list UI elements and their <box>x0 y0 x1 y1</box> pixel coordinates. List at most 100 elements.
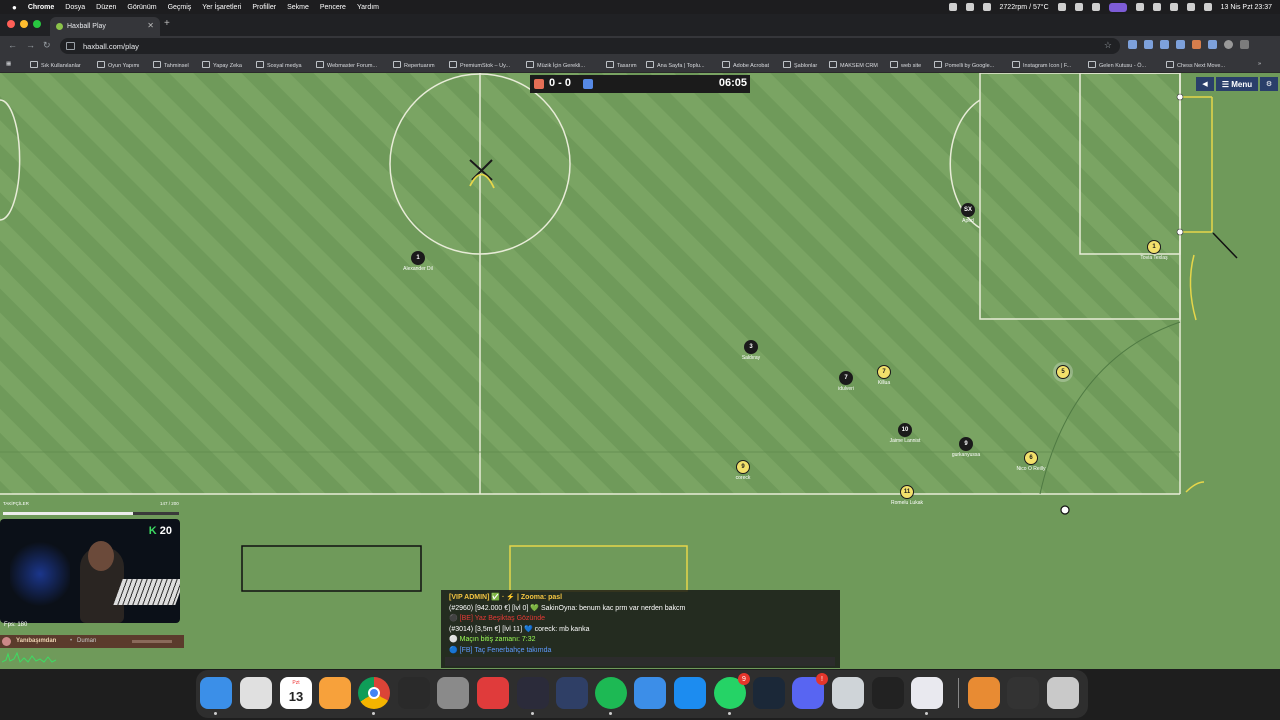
bookmark-item[interactable]: Sosyal medya <box>256 61 302 69</box>
activity-graph <box>2 651 56 663</box>
bookmark-item[interactable]: Müzik İçin Gerekli... <box>526 61 585 69</box>
steam-icon[interactable] <box>753 677 785 709</box>
headphones-icon[interactable] <box>1091 3 1100 11</box>
bookmarks-bar: ▦ Sık Kullanılanlar Oyun Yapımı Tahminse… <box>0 56 1280 73</box>
screen-record-icon[interactable] <box>1108 2 1127 12</box>
app-store-icon[interactable] <box>674 677 706 709</box>
extension-icon[interactable] <box>1208 40 1217 49</box>
bookmark-item[interactable]: Şablonlar <box>783 61 817 69</box>
bookmark-item[interactable]: Yapay Zeka <box>202 61 242 69</box>
weather-city: Yanıbaşımdan <box>16 638 57 644</box>
bookmark-item[interactable]: Sık Kullanılanlar <box>30 61 81 69</box>
url-text[interactable]: haxball.com/play <box>83 42 139 51</box>
mail-icon[interactable] <box>634 677 666 709</box>
bookmark-item[interactable]: Webmaster Forum... <box>316 61 377 69</box>
menu-item-help[interactable]: Yardım <box>357 4 379 11</box>
extension-icon[interactable] <box>1176 40 1185 49</box>
menu-item-history[interactable]: Geçmiş <box>168 4 192 11</box>
media-icon[interactable] <box>1057 3 1066 11</box>
reload-icon[interactable]: ↻ <box>43 40 51 51</box>
bookmark-item[interactable]: web site <box>890 61 921 69</box>
chat-input[interactable] <box>445 657 835 666</box>
cloud-icon[interactable] <box>1074 3 1083 11</box>
system-settings-icon[interactable] <box>437 677 469 709</box>
apps-grid-icon[interactable]: ▦ <box>6 61 11 67</box>
screen-share-icon[interactable] <box>1007 677 1039 709</box>
whatsapp-icon[interactable]: 9 <box>714 673 750 709</box>
browser-toolbar: ← → ↻ haxball.com/play ☆ <box>0 36 1280 56</box>
haxball-game-canvas[interactable]: 1 Alexander Dil 3 Saldıray 7 idulveri 7 Killua 1… <box>0 73 1280 669</box>
profile-icon[interactable] <box>1224 40 1233 49</box>
figma-mirror-icon[interactable] <box>911 677 943 709</box>
menu-item-profiles[interactable]: Profiller <box>252 4 276 11</box>
settings-gear-icon[interactable]: ⚙ <box>1260 77 1278 91</box>
menu-item-tab[interactable]: Sekme <box>287 4 309 11</box>
bookmark-item[interactable]: Repertuarım <box>393 61 435 69</box>
extension-icon[interactable] <box>1128 40 1137 49</box>
bookmark-item[interactable]: Tahminsel <box>153 61 189 69</box>
bookmark-item[interactable]: Oyun Yapımı <box>97 61 140 69</box>
calendar-icon[interactable]: Pzt 13 <box>280 677 312 709</box>
bookmark-item[interactable]: Instagram Icon | F... <box>1012 61 1071 69</box>
launchpad-icon[interactable] <box>240 677 272 709</box>
control-center-icon[interactable] <box>1186 3 1195 11</box>
extension-icon[interactable] <box>1192 40 1201 49</box>
collapse-icon[interactable]: ◀ <box>1196 77 1214 91</box>
bookmark-item[interactable]: Gelen Kutusu - Ö... <box>1088 61 1146 69</box>
bookmark-item[interactable]: Pomelli by Google... <box>934 61 994 69</box>
bookmark-item[interactable]: Tasarım <box>606 61 637 69</box>
arc-icon[interactable] <box>556 677 588 709</box>
siri-icon[interactable] <box>1203 3 1212 11</box>
chrome-icon[interactable] <box>358 677 390 709</box>
new-tab-icon[interactable]: + <box>164 18 170 29</box>
minimize-window-icon[interactable] <box>20 20 28 28</box>
extension-icon[interactable] <box>1160 40 1169 49</box>
more-icon[interactable] <box>1240 40 1249 49</box>
notification-badge: 9 <box>738 673 750 685</box>
menu-app-name[interactable]: Chrome <box>28 4 54 11</box>
close-window-icon[interactable] <box>7 20 15 28</box>
bookmark-item[interactable]: PremiumStok – Uy... <box>449 61 510 69</box>
menu-item-edit[interactable]: Düzen <box>96 4 116 11</box>
wifi-icon[interactable] <box>1152 3 1161 11</box>
pages-icon[interactable] <box>319 677 351 709</box>
menu-item-view[interactable]: Görünüm <box>127 4 156 11</box>
bookmark-item[interactable]: Ana Sayfa | Toplu... <box>646 61 705 69</box>
bookmark-star-icon[interactable]: ☆ <box>1104 40 1112 51</box>
system-monitor-readout[interactable]: 2722rpm / 57°C <box>1000 4 1049 11</box>
zoom-window-icon[interactable] <box>33 20 41 28</box>
sliders-icon[interactable] <box>965 3 974 11</box>
bookmarks-overflow-icon[interactable]: » <box>1258 61 1261 67</box>
menu-item-file[interactable]: Dosya <box>65 4 85 11</box>
bookmark-item[interactable]: Chess Next Move... <box>1166 61 1225 69</box>
menu-item-window[interactable]: Pencere <box>320 4 346 11</box>
game-menu-button[interactable]: ☰ Menu <box>1216 77 1258 91</box>
menu-clock[interactable]: 13 Nis Pzt 23:37 <box>1221 4 1272 11</box>
extension-icon[interactable] <box>1144 40 1153 49</box>
apple-icon[interactable]: ● <box>12 3 17 12</box>
back-icon[interactable]: ← <box>8 40 17 50</box>
battery-icon[interactable] <box>1135 3 1144 11</box>
status-icon[interactable] <box>948 3 957 11</box>
shield-icon[interactable] <box>982 3 991 11</box>
close-tab-icon[interactable]: ✕ <box>147 21 154 30</box>
perplexity-icon[interactable] <box>832 677 864 709</box>
discord-icon[interactable]: ! <box>792 673 828 709</box>
player-disc: 5 <box>1056 365 1070 379</box>
trash-icon[interactable] <box>1047 677 1079 709</box>
bookmark-item[interactable]: MAKSEM CRM <box>829 61 878 69</box>
obs-icon[interactable] <box>517 677 549 709</box>
finder-icon[interactable] <box>200 677 232 709</box>
menu-item-bookmarks[interactable]: Yer İşaretleri <box>202 4 241 11</box>
browser-tab[interactable]: Haxball Play ✕ <box>50 17 160 36</box>
bookmark-item[interactable]: Adobe Acrobat <box>722 61 769 69</box>
forward-icon[interactable]: → <box>26 40 35 50</box>
site-info-icon[interactable] <box>66 42 75 50</box>
spotify-icon[interactable] <box>595 677 627 709</box>
downloads-icon[interactable] <box>968 677 1000 709</box>
search-icon[interactable] <box>1169 3 1178 11</box>
terminal-icon[interactable] <box>872 677 904 709</box>
chatgpt-icon[interactable] <box>398 677 430 709</box>
mirror-icon[interactable] <box>477 677 509 709</box>
address-bar[interactable]: haxball.com/play ☆ <box>60 38 1120 54</box>
